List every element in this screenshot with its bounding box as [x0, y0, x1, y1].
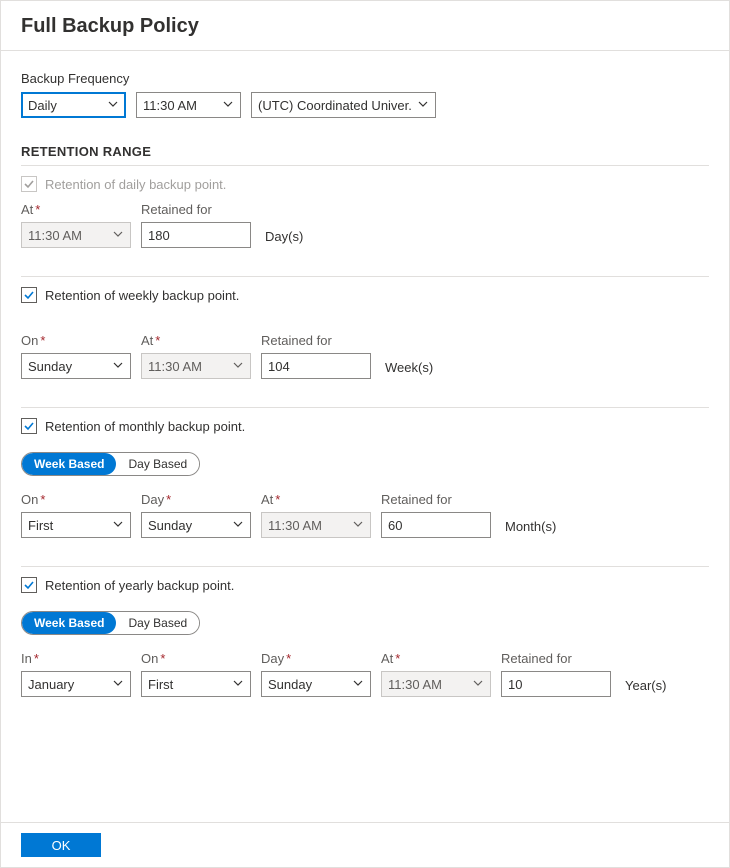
monthly-at-select: 11:30 AM: [261, 512, 371, 538]
yearly-retention-checkbox[interactable]: [21, 577, 37, 593]
yearly-on-value: First: [148, 677, 173, 692]
chevron-down-icon: [112, 677, 124, 692]
monthly-retained-input[interactable]: 60: [381, 512, 491, 538]
chevron-down-icon: [417, 98, 429, 113]
monthly-day-label: Day*: [141, 492, 251, 507]
monthly-on-label: On*: [21, 492, 131, 507]
daily-retention-checkbox: [21, 176, 37, 192]
daily-at-label: At*: [21, 202, 131, 217]
chevron-down-icon: [112, 359, 124, 374]
monthly-at-value: 11:30 AM: [268, 518, 322, 533]
monthly-retention-label: Retention of monthly backup point.: [45, 419, 245, 434]
yearly-unit: Year(s): [621, 678, 666, 697]
daily-retention-label: Retention of daily backup point.: [45, 177, 226, 192]
monthly-day-based-pill[interactable]: Day Based: [116, 453, 199, 475]
monthly-at-label: At*: [261, 492, 371, 507]
yearly-at-select: 11:30 AM: [381, 671, 491, 697]
divider: [21, 407, 709, 408]
yearly-basis-toggle: Week Based Day Based: [21, 611, 200, 635]
yearly-on-select[interactable]: First: [141, 671, 251, 697]
monthly-day-value: Sunday: [148, 518, 192, 533]
chevron-down-icon: [352, 677, 364, 692]
divider: [21, 566, 709, 567]
yearly-day-value: Sunday: [268, 677, 312, 692]
chevron-down-icon: [352, 518, 364, 533]
yearly-at-value: 11:30 AM: [388, 677, 442, 692]
weekly-retention-checkbox[interactable]: [21, 287, 37, 303]
yearly-in-label: In*: [21, 651, 131, 666]
chevron-down-icon: [222, 98, 234, 113]
frequency-select[interactable]: Daily: [21, 92, 126, 118]
yearly-on-label: On*: [141, 651, 251, 666]
ok-button[interactable]: OK: [21, 833, 101, 857]
chevron-down-icon: [472, 677, 484, 692]
retention-range-heading: RETENTION RANGE: [21, 144, 709, 159]
monthly-day-select[interactable]: Sunday: [141, 512, 251, 538]
monthly-unit: Month(s): [501, 519, 556, 538]
yearly-at-label: At*: [381, 651, 491, 666]
daily-retained-input[interactable]: 180: [141, 222, 251, 248]
footer: OK: [1, 822, 729, 867]
weekly-retention-label: Retention of weekly backup point.: [45, 288, 239, 303]
monthly-retention-checkbox[interactable]: [21, 418, 37, 434]
weekly-at-label: At*: [141, 333, 251, 348]
yearly-in-value: January: [28, 677, 74, 692]
monthly-on-select[interactable]: First: [21, 512, 131, 538]
frequency-select-value: Daily: [28, 98, 57, 113]
yearly-day-label: Day*: [261, 651, 371, 666]
chevron-down-icon: [232, 677, 244, 692]
backup-frequency-label: Backup Frequency: [21, 71, 709, 86]
time-select[interactable]: 11:30 AM: [136, 92, 241, 118]
chevron-down-icon: [112, 228, 124, 243]
daily-at-value: 11:30 AM: [28, 228, 82, 243]
monthly-on-value: First: [28, 518, 53, 533]
yearly-day-based-pill[interactable]: Day Based: [116, 612, 199, 634]
monthly-week-based-pill[interactable]: Week Based: [22, 453, 116, 475]
yearly-retained-label: Retained for: [501, 651, 611, 666]
daily-retained-label: Retained for: [141, 202, 251, 217]
yearly-day-select[interactable]: Sunday: [261, 671, 371, 697]
weekly-retained-label: Retained for: [261, 333, 371, 348]
chevron-down-icon: [232, 518, 244, 533]
weekly-on-select[interactable]: Sunday: [21, 353, 131, 379]
daily-at-select: 11:30 AM: [21, 222, 131, 248]
daily-unit: Day(s): [261, 229, 303, 248]
weekly-unit: Week(s): [381, 360, 433, 379]
page-title: Full Backup Policy: [1, 1, 729, 51]
timezone-select-value: (UTC) Coordinated Univer...: [258, 98, 411, 113]
timezone-select[interactable]: (UTC) Coordinated Univer...: [251, 92, 436, 118]
monthly-basis-toggle: Week Based Day Based: [21, 452, 200, 476]
chevron-down-icon: [107, 98, 119, 113]
chevron-down-icon: [232, 359, 244, 374]
monthly-retained-label: Retained for: [381, 492, 491, 507]
weekly-on-value: Sunday: [28, 359, 72, 374]
divider: [21, 276, 709, 277]
yearly-retained-input[interactable]: 10: [501, 671, 611, 697]
weekly-at-select: 11:30 AM: [141, 353, 251, 379]
chevron-down-icon: [112, 518, 124, 533]
weekly-on-label: On*: [21, 333, 131, 348]
divider: [21, 165, 709, 166]
weekly-at-value: 11:30 AM: [148, 359, 202, 374]
time-select-value: 11:30 AM: [143, 98, 197, 113]
yearly-week-based-pill[interactable]: Week Based: [22, 612, 116, 634]
yearly-in-select[interactable]: January: [21, 671, 131, 697]
yearly-retention-label: Retention of yearly backup point.: [45, 578, 234, 593]
weekly-retained-input[interactable]: 104: [261, 353, 371, 379]
